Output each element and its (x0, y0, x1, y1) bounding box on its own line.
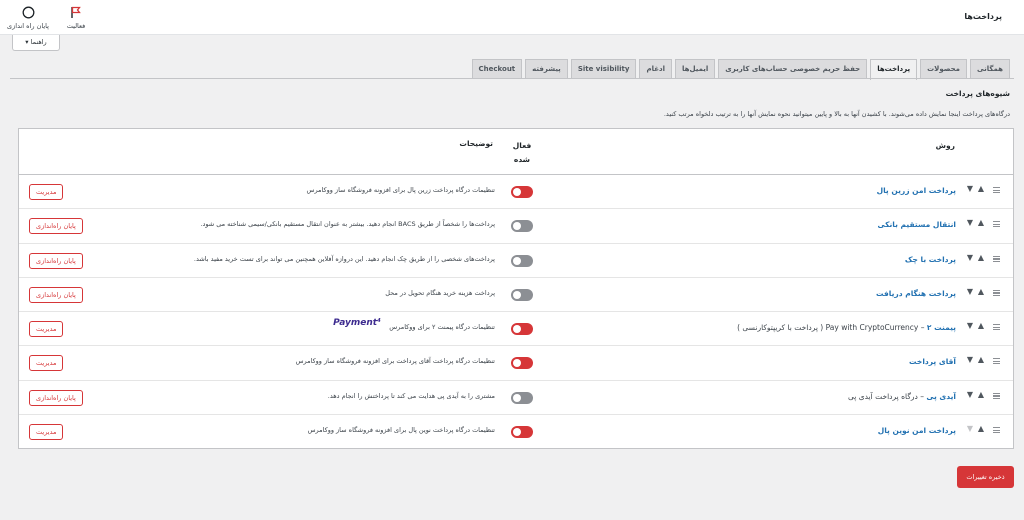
save-changes-button[interactable]: ذخیره تغییرات (957, 466, 1014, 488)
gateway-enabled-toggle[interactable] (511, 220, 533, 233)
gateway-action-button[interactable]: مدیریت (29, 184, 64, 200)
tab-integration[interactable]: ادغام (639, 59, 672, 79)
tab-advanced[interactable]: پیشرفته (525, 59, 568, 79)
tabs-divider (10, 78, 1014, 79)
drag-handle-icon[interactable] (993, 255, 1000, 262)
column-description: توضیحات (459, 139, 493, 148)
help-button[interactable]: راهنما ▾ (12, 35, 60, 51)
move-up-icon[interactable]: ▲ (978, 390, 984, 399)
payment-logo: Payment⁴ (333, 318, 381, 329)
move-up-icon[interactable]: ▲ (978, 184, 984, 193)
flag-icon (50, 6, 102, 19)
table-header: روش فعال شده توضیحات (19, 129, 1013, 175)
drag-handle-icon[interactable] (993, 358, 1000, 365)
move-down-icon[interactable]: ▼ (967, 390, 973, 399)
gateway-action-button[interactable]: پایان راه‌اندازی (29, 252, 83, 269)
tab-checkout[interactable]: Checkout (471, 59, 523, 79)
table-row: ▲ ▼ آقای پرداخت تنظیمات درگاه پرداخت آقا… (19, 346, 1013, 381)
progress-circle-icon (2, 6, 54, 19)
gateway-action-button[interactable]: مدیریت (29, 355, 64, 372)
finish-setup-label: پایان راه اندازی (7, 22, 49, 30)
table-row: ▲ ▼ پرداخت با چک پرداخت‌های شخصی را از ط… (19, 243, 1013, 278)
tab-general[interactable]: همگانی (970, 59, 1010, 79)
tab-accounts-privacy[interactable]: حفظ حریم خصوصی حساب‌های کاربری (718, 59, 868, 79)
move-up-icon[interactable]: ▲ (978, 287, 984, 296)
table-row: ▲ ▼ آیدی پی – درگاه پرداخت آیدی پی مشتری… (19, 380, 1013, 416)
column-method: روش (935, 141, 955, 150)
drag-handle-icon[interactable] (993, 187, 1000, 193)
gateway-name-link[interactable]: پرداخت با چک (905, 255, 956, 264)
drag-handle-icon[interactable] (993, 392, 1000, 399)
table-row: ▲ ▼ پرداخت امن نوین پال تنظیمات درگاه پر… (19, 415, 1013, 449)
activity-label: فعالیت (66, 22, 86, 30)
gateway-description: تنظیمات درگاه پرداخت آقای پرداخت برای اف… (295, 357, 495, 366)
table-row: ▲ ▼ پرداخت امن زرین پال تنظیمات درگاه پر… (19, 175, 1013, 210)
settings-tabs: همگانی محصولات پرداخت‌ها حفظ حریم خصوصی … (471, 59, 1010, 80)
gateway-action-button[interactable]: مدیریت (29, 321, 64, 338)
gateway-action-button[interactable]: پایان راه‌اندازی (29, 218, 83, 235)
move-down-icon[interactable]: ▼ (967, 218, 973, 227)
gateway-description: مشتری را به آیدی پی هدایت می کند تا پردا… (327, 391, 495, 400)
gateway-action-button[interactable]: پایان راه‌اندازی (29, 286, 83, 303)
gateway-enabled-toggle[interactable] (511, 288, 533, 301)
drag-handle-icon[interactable] (993, 221, 1000, 228)
table-row: ▲ ▼ پرداخت هنگام دریافت پرداخت هزینه خری… (19, 278, 1013, 313)
move-up-icon[interactable]: ▲ (978, 355, 984, 364)
gateway-description: تنظیمات درگاه پیمنت ۲ برای ووکامرس (389, 323, 495, 332)
move-up-icon[interactable]: ▲ (978, 424, 984, 433)
tab-emails[interactable]: ایمیل‌ها (674, 59, 716, 79)
move-down-icon[interactable]: ▼ (967, 321, 973, 330)
tab-products[interactable]: محصولات (920, 59, 968, 79)
gateway-name-link[interactable]: پرداخت امن نوین پال (878, 426, 956, 435)
move-down-icon[interactable]: ▼ (967, 184, 973, 193)
drag-handle-icon[interactable] (993, 289, 1000, 296)
move-down-icon[interactable]: ▼ (967, 424, 973, 433)
gateway-name-link[interactable]: آقای پرداخت (909, 357, 956, 366)
gateway-name-link[interactable]: پرداخت هنگام دریافت (876, 289, 956, 298)
move-up-icon[interactable]: ▲ (978, 253, 984, 262)
move-up-icon[interactable]: ▲ (978, 218, 984, 227)
gateway-name-link[interactable]: آیدی پی – درگاه پرداخت آیدی پی (848, 392, 956, 401)
tab-payments[interactable]: پرداخت‌ها (870, 59, 918, 80)
page-title: پرداخت‌ها (964, 12, 1002, 21)
gateway-name-link[interactable]: پرداخت امن زرین پال (877, 186, 956, 195)
gateway-description: پرداخت‌های شخصی را از طریق چک انجام دهید… (193, 254, 495, 263)
gateway-description: تنظیمات درگاه پرداخت زرین پال برای افزون… (306, 186, 495, 194)
gateway-enabled-toggle[interactable] (511, 323, 533, 336)
move-down-icon[interactable]: ▼ (967, 253, 973, 262)
gateway-enabled-toggle[interactable] (511, 391, 533, 404)
gateway-enabled-toggle[interactable] (511, 186, 533, 198)
table-row: ▲ ▼ پیمنت ۲ – Pay with CryptoCurrency ( … (19, 312, 1013, 347)
column-enabled: فعال شده (512, 141, 532, 164)
move-up-icon[interactable]: ▲ (978, 321, 984, 330)
gateway-description: پرداخت هزینه خرید هنگام تحویل در محل (385, 288, 495, 297)
activity-button[interactable]: فعالیت (50, 6, 102, 30)
finish-setup-button[interactable]: پایان راه اندازی (2, 6, 54, 30)
section-description: درگاه‌های پرداخت اینجا نمایش داده می‌شون… (663, 110, 1010, 118)
gateway-enabled-toggle[interactable] (511, 426, 533, 439)
gateway-enabled-toggle[interactable] (511, 254, 533, 267)
table-row: ▲ ▼ انتقال مستقیم بانکی پرداخت‌ها را شخص… (19, 209, 1013, 244)
gateway-name-link[interactable]: پیمنت ۲ – Pay with CryptoCurrency ( پردا… (737, 323, 956, 332)
gateway-action-button[interactable]: پایان راه‌اندازی (29, 389, 83, 406)
gateway-enabled-toggle[interactable] (511, 357, 533, 370)
move-down-icon[interactable]: ▼ (967, 355, 973, 364)
gateway-action-button[interactable]: مدیریت (29, 424, 64, 441)
gateway-name-link[interactable]: انتقال مستقیم بانکی (878, 220, 956, 229)
top-bar: پرداخت‌ها فعالیت پایان راه اندازی (0, 0, 1024, 35)
gateway-description: تنظیمات درگاه پرداخت نوین پال برای افزون… (307, 426, 495, 435)
move-down-icon[interactable]: ▼ (967, 287, 973, 296)
tab-site-visibility[interactable]: Site visibility (570, 59, 637, 79)
section-title: شیوه‌های پرداخت (945, 89, 1010, 98)
drag-handle-icon[interactable] (993, 427, 1000, 434)
drag-handle-icon[interactable] (993, 324, 1000, 331)
payment-methods-table: روش فعال شده توضیحات ▲ ▼ پرداخت امن زرین… (18, 128, 1014, 449)
gateway-description: پرداخت‌ها را شخصاً از طریق BACS انجام ده… (200, 220, 495, 229)
table-body: ▲ ▼ پرداخت امن زرین پال تنظیمات درگاه پر… (19, 175, 1013, 449)
